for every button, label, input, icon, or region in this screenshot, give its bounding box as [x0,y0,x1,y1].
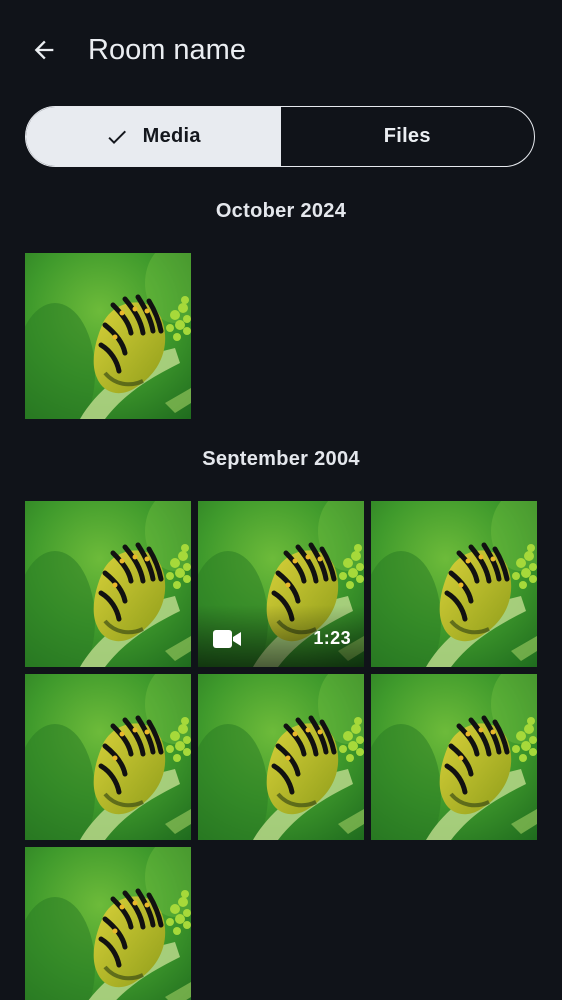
section-header-september-2004: September 2004 [202,448,360,470]
photo-thumbnail [371,674,537,840]
media-item-video[interactable]: 1:23 [198,501,364,667]
media-item-image[interactable] [371,674,537,840]
media-item-image[interactable] [25,847,191,1000]
photo-thumbnail [198,674,364,840]
video-camera-icon [213,630,241,648]
media-item-image[interactable] [198,674,364,840]
photo-thumbnail [25,253,191,419]
page-title: Room name [88,34,246,66]
media-item-image[interactable] [25,253,191,419]
tab-files[interactable]: Files [281,107,535,166]
photo-thumbnail [371,501,537,667]
video-duration: 1:23 [313,628,351,648]
section-header-october-2024: October 2024 [215,200,347,222]
top-app-bar: Room name [0,0,562,100]
photo-thumbnail [25,847,191,1000]
tab-files-label: Files [383,125,431,147]
media-files-segmented-control: Media Files [25,106,535,167]
tab-media-label: Media [142,125,201,147]
media-item-image[interactable] [25,501,191,667]
check-icon [108,130,126,144]
media-item-image[interactable] [25,674,191,840]
photo-thumbnail [25,674,191,840]
media-item-image[interactable] [371,501,537,667]
tab-media[interactable]: Media [26,107,281,166]
back-button[interactable] [26,32,62,68]
photo-thumbnail [25,501,191,667]
arrow-left-icon [34,40,54,60]
